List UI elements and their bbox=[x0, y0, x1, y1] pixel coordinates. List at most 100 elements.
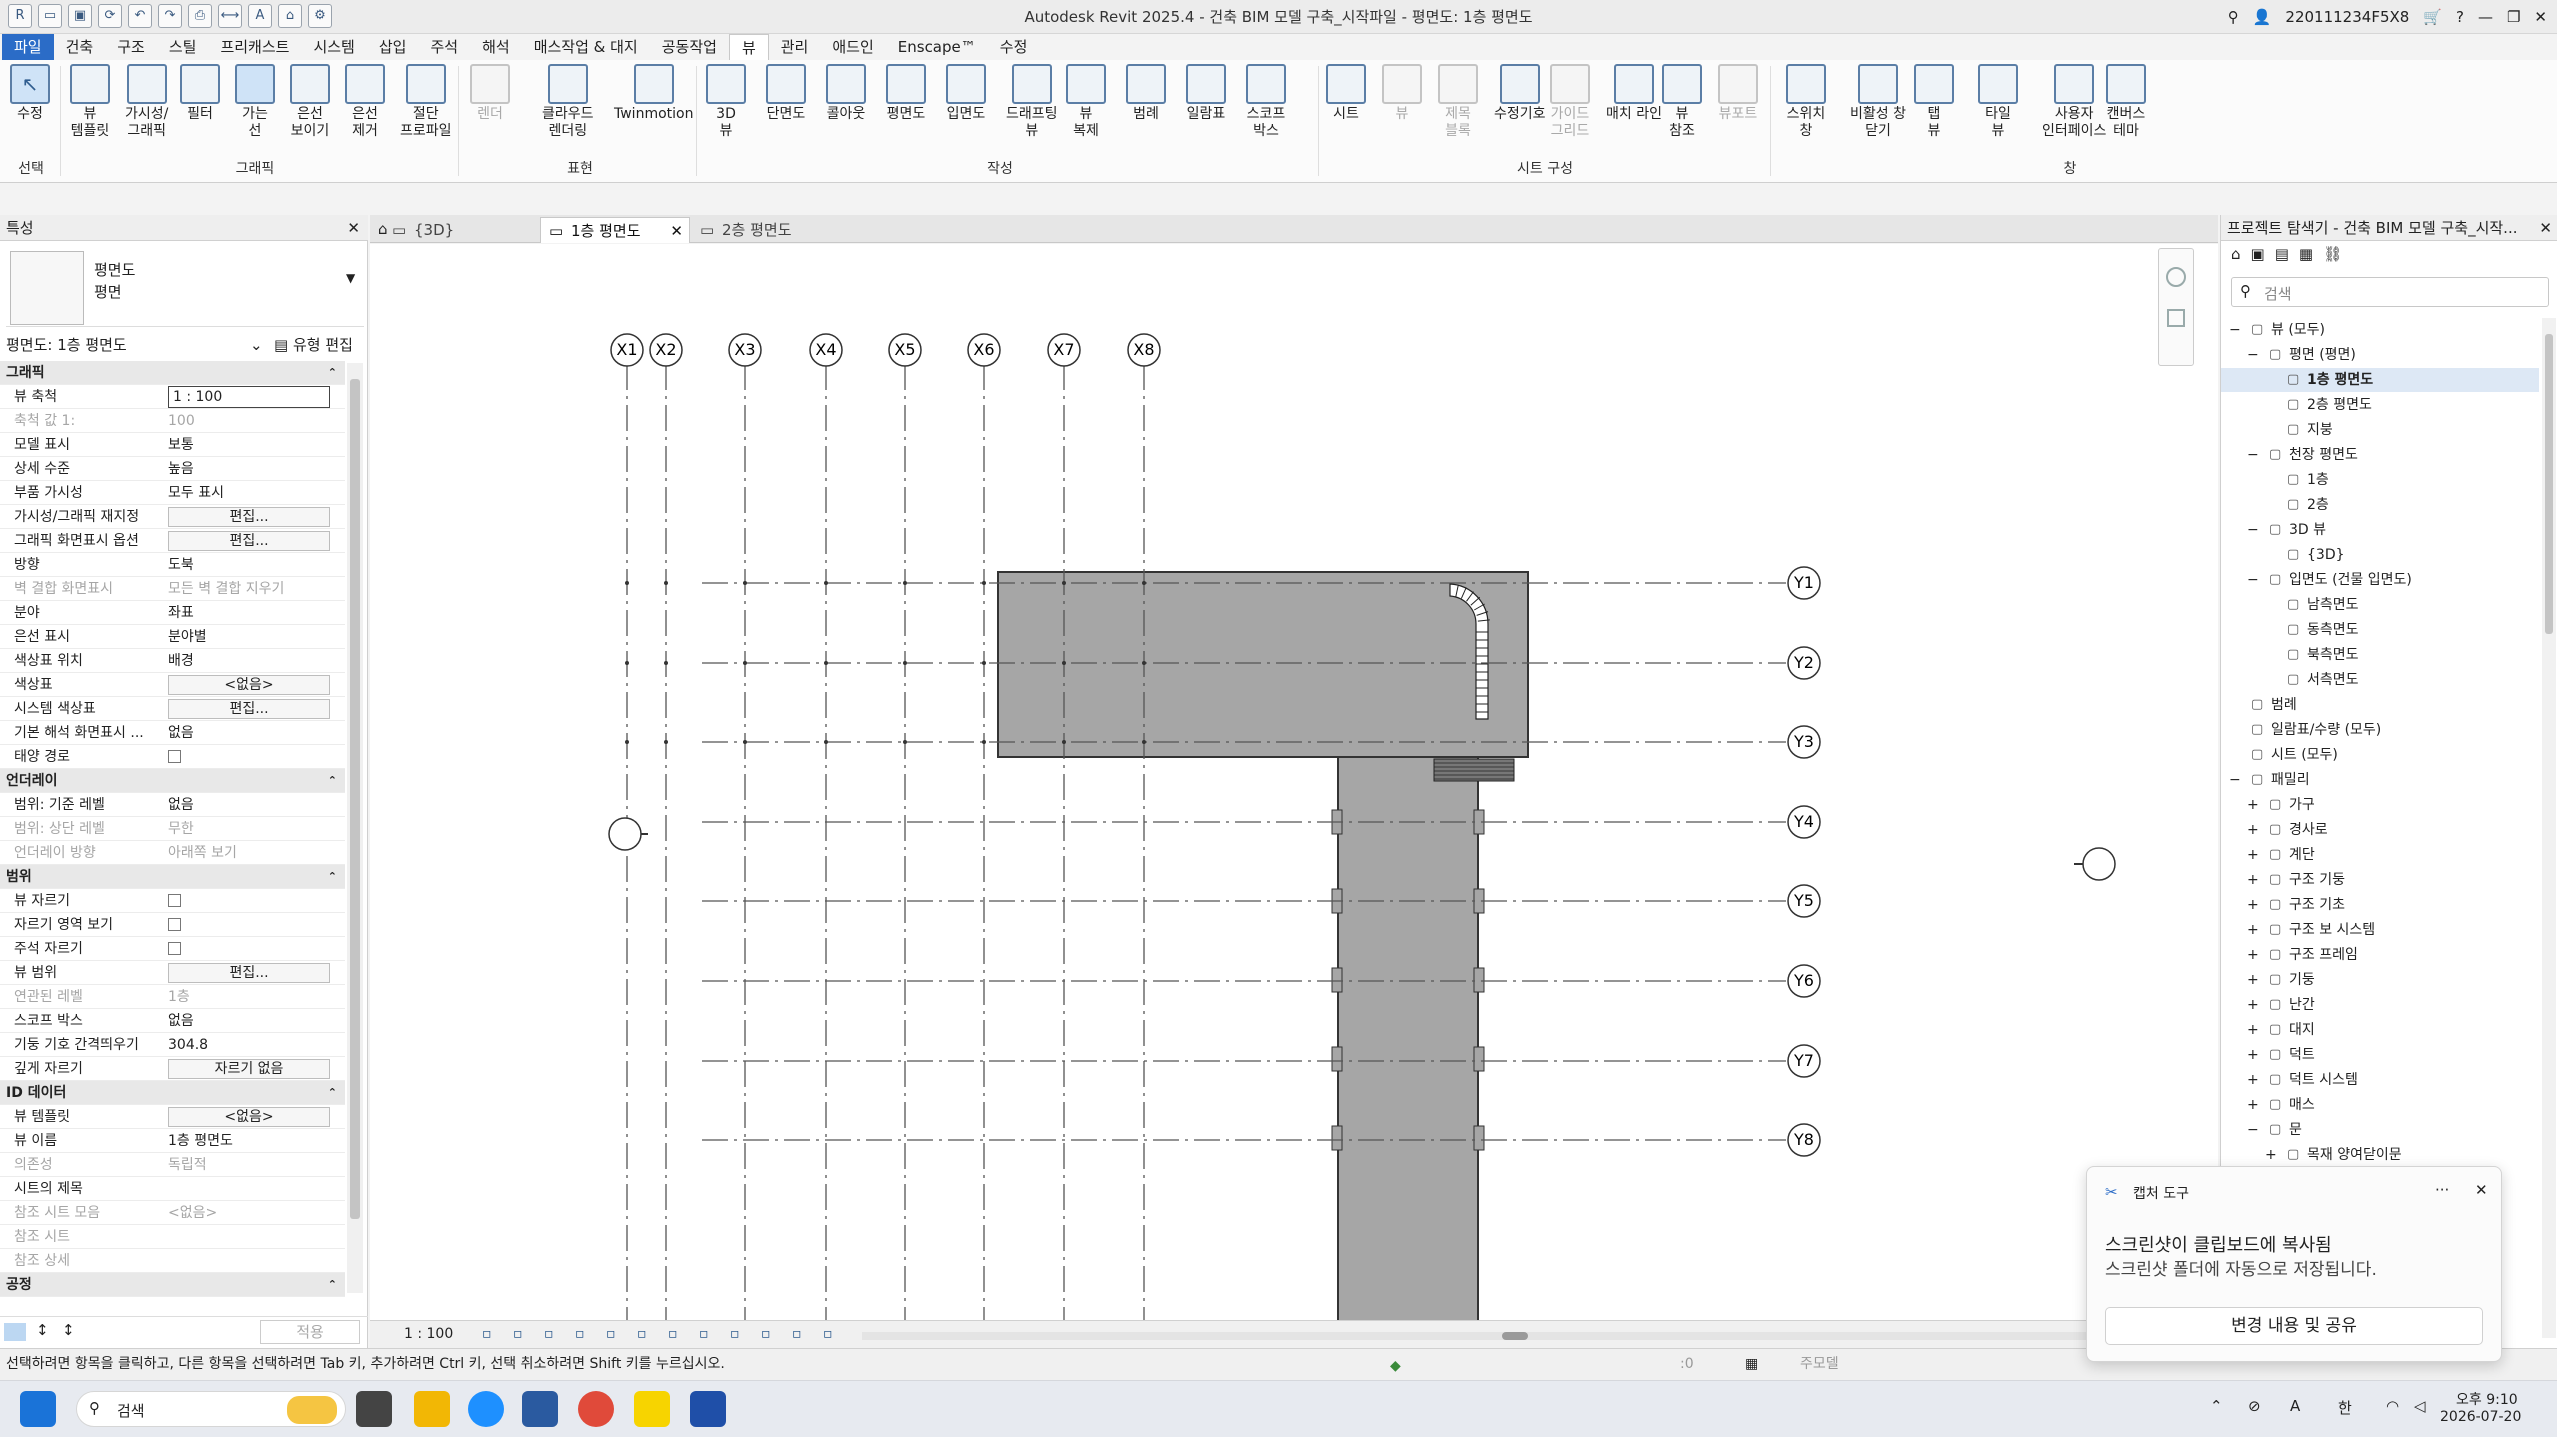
cart-icon[interactable]: 🛒 bbox=[2423, 8, 2442, 26]
property-checkbox[interactable] bbox=[168, 750, 181, 763]
cut-profile-button[interactable]: 절단 프로파일 bbox=[400, 64, 452, 140]
steering-wheel-icon[interactable] bbox=[2166, 267, 2186, 287]
grid-line-x6[interactable]: X6 bbox=[967, 333, 1001, 1320]
elevation-marker-west[interactable] bbox=[608, 817, 642, 851]
edit-type-button[interactable]: ▤ 유형 편집 bbox=[274, 331, 353, 359]
store-icon[interactable] bbox=[522, 1391, 558, 1427]
schedule-icon[interactable]: ▦ bbox=[2299, 245, 2313, 263]
clock-date[interactable]: 2026-07-20 bbox=[2440, 1409, 2521, 1425]
property-category[interactable]: 언더레이 ⌃ bbox=[0, 769, 345, 793]
expand-icon[interactable]: + bbox=[2247, 1045, 2259, 1065]
collapse-icon[interactable]: − bbox=[2229, 770, 2241, 790]
user-name[interactable]: 220111234F5X8 bbox=[2285, 8, 2409, 26]
taskbar-search[interactable]: ⚲ 검색 bbox=[76, 1391, 346, 1427]
close-inactive-windows-button[interactable]: 비활성 창 닫기 bbox=[1850, 64, 1906, 140]
property-value[interactable]: 보통 bbox=[168, 433, 330, 457]
browser-search[interactable]: ⚲ 검색 bbox=[2231, 277, 2549, 307]
browser-tree-item[interactable]: − ▢ 3D 뷰 bbox=[2221, 518, 2539, 542]
file-explorer-icon[interactable] bbox=[414, 1391, 450, 1427]
ime-korean[interactable]: 한 bbox=[2338, 1397, 2352, 1418]
main-model[interactable]: 주모델 bbox=[1800, 1349, 1839, 1379]
view-tab[interactable]: ▭ {3D} bbox=[384, 217, 534, 243]
expand-icon[interactable]: + bbox=[2247, 870, 2259, 890]
menu-tab[interactable]: 스틸 bbox=[157, 34, 209, 60]
property-input[interactable]: 1 : 100 bbox=[168, 386, 330, 408]
menu-tab[interactable]: 주석 bbox=[418, 34, 470, 60]
chevron-up-icon[interactable]: ⌃ bbox=[2210, 1397, 2223, 1415]
table-icon[interactable]: ▦ bbox=[1745, 1349, 1758, 1379]
horizontal-scrollbar[interactable] bbox=[862, 1332, 2202, 1340]
user-interface-button[interactable]: 사용자 인터페이스 bbox=[2042, 64, 2106, 140]
browser-tree-item[interactable]: ▢ 시트 (모두) bbox=[2221, 743, 2539, 767]
menu-tab[interactable]: 관리 bbox=[769, 34, 821, 60]
view-scale[interactable]: 1 : 100 bbox=[404, 1326, 453, 1342]
expand-icon[interactable]: + bbox=[2247, 995, 2259, 1015]
browser-tree-item[interactable]: ▢ 서측면도 bbox=[2221, 668, 2539, 692]
sort-za-icon[interactable]: ↕ bbox=[62, 1321, 75, 1339]
visual-style-icon[interactable]: ▫ bbox=[513, 1326, 523, 1342]
section-button[interactable]: 단면도 bbox=[766, 64, 806, 123]
detail-level-icon[interactable]: ▫ bbox=[482, 1326, 492, 1342]
property-edit-button[interactable]: <없음> bbox=[168, 675, 330, 695]
analysis-icon[interactable]: ▫ bbox=[761, 1326, 771, 1342]
constraints-icon[interactable]: ▫ bbox=[792, 1326, 802, 1342]
expand-icon[interactable]: + bbox=[2247, 920, 2259, 940]
close-icon[interactable]: ✕ bbox=[2539, 215, 2552, 241]
menu-tab[interactable]: 매스작업 & 대지 bbox=[522, 34, 650, 60]
binoculars-icon[interactable]: ⚲ bbox=[2228, 8, 2239, 26]
property-value[interactable]: 분야별 bbox=[168, 625, 330, 649]
minimize-button[interactable]: — bbox=[2478, 8, 2493, 26]
more-icon[interactable]: ··· bbox=[2435, 1181, 2449, 1199]
property-checkbox[interactable] bbox=[168, 918, 181, 931]
apply-button[interactable]: 적용 bbox=[260, 1320, 360, 1344]
browser-tree-item[interactable]: ▢ 남측면도 bbox=[2221, 593, 2539, 617]
plan-view-button[interactable]: 평면도 bbox=[886, 64, 926, 123]
menu-tab[interactable]: 애드인 bbox=[820, 34, 885, 60]
grid-line-x5[interactable]: X5 bbox=[888, 333, 922, 1320]
crop-view-icon[interactable]: ▫ bbox=[606, 1326, 616, 1342]
switch-windows-button[interactable]: 스위치 창 bbox=[1786, 64, 1826, 140]
collapse-icon[interactable]: − bbox=[2247, 345, 2259, 365]
menu-tab[interactable]: 시스템 bbox=[301, 34, 366, 60]
close-window-button[interactable]: ✕ bbox=[2534, 8, 2547, 26]
browser-tree-item[interactable]: + ▢ 덕트 bbox=[2221, 1043, 2539, 1067]
duplicate-view-button[interactable]: 뷰 복제 bbox=[1066, 64, 1106, 140]
menu-tab[interactable]: 구조 bbox=[105, 34, 157, 60]
remove-hidden-lines-button[interactable]: 은선 제거 bbox=[345, 64, 385, 140]
worksets-icon[interactable]: ◆ bbox=[1390, 1351, 1401, 1381]
grid-line-x2[interactable]: X2 bbox=[649, 333, 683, 1320]
browser-tree-item[interactable]: + ▢ 구조 기둥 bbox=[2221, 868, 2539, 892]
property-category[interactable]: 범위 ⌃ bbox=[0, 865, 345, 889]
twinmotion-button[interactable]: Twinmotion bbox=[614, 64, 693, 123]
view-reference-button[interactable]: 뷰 참조 bbox=[1662, 64, 1702, 140]
browser-tree-item[interactable]: ▢ 1층 평면도 bbox=[2221, 368, 2539, 392]
property-edit-button[interactable]: <없음> bbox=[168, 1107, 330, 1127]
browser-tree-item[interactable]: + ▢ 매스 bbox=[2221, 1093, 2539, 1117]
property-value[interactable]: 모두 표시 bbox=[168, 481, 330, 505]
menu-tab[interactable]: 프리캐스트 bbox=[208, 34, 301, 60]
home-icon[interactable]: ⌂ bbox=[2231, 245, 2241, 263]
design-options-zero[interactable]: :0 bbox=[1680, 1349, 1694, 1379]
browser-tree-item[interactable]: − ▢ 천장 평면도 bbox=[2221, 443, 2539, 467]
close-icon[interactable]: ✕ bbox=[2475, 1181, 2488, 1199]
task-view-icon[interactable] bbox=[356, 1391, 392, 1427]
network-off-icon[interactable]: ⊘ bbox=[2248, 1397, 2261, 1415]
browser-tree-item[interactable]: ▢ 2층 bbox=[2221, 493, 2539, 517]
view-template-button[interactable]: 뷰 템플릿 bbox=[70, 64, 110, 140]
edge-icon[interactable] bbox=[468, 1391, 504, 1427]
browser-tree-item[interactable]: + ▢ 기둥 bbox=[2221, 968, 2539, 992]
expand-icon[interactable]: + bbox=[2265, 1145, 2277, 1165]
property-value[interactable]: 1층 평면도 bbox=[168, 1129, 330, 1153]
floor-slab-wing[interactable] bbox=[1337, 756, 1479, 1332]
properties-scrollbar[interactable] bbox=[347, 363, 363, 1293]
property-edit-button[interactable]: 자르기 없음 bbox=[168, 1059, 330, 1079]
drafting-view-button[interactable]: 드래프팅 뷰 bbox=[1006, 64, 1058, 140]
kakaotalk-icon[interactable] bbox=[634, 1391, 670, 1427]
canvas-theme-button[interactable]: 캔버스 테마 bbox=[2106, 64, 2146, 140]
tab-views-button[interactable]: 탭 뷰 bbox=[1914, 64, 1954, 140]
browser-tree-item[interactable]: + ▢ 구조 보 시스템 bbox=[2221, 918, 2539, 942]
column[interactable] bbox=[1473, 967, 1485, 993]
close-icon[interactable]: ✕ bbox=[670, 218, 683, 244]
help-icon[interactable]: ? bbox=[2456, 8, 2464, 26]
browser-tree-item[interactable]: ▢ {3D} bbox=[2221, 543, 2539, 567]
